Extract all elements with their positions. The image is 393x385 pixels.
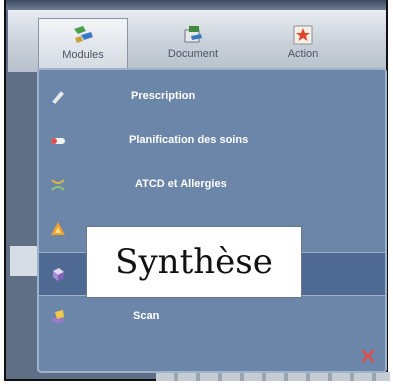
prescription-icon: [49, 88, 67, 106]
menu-item-label: Scan: [133, 310, 160, 322]
allergies-icon: [49, 176, 67, 194]
synthese-callout: Synthèse: [86, 226, 302, 298]
menu-item-atcd-allergies[interactable]: ATCD et Allergies: [39, 164, 385, 208]
action-icon: [291, 24, 315, 46]
alert-icon: [49, 220, 67, 238]
close-icon[interactable]: [361, 349, 375, 363]
modules-button[interactable]: Modules: [38, 18, 128, 72]
toolbar: Modules Document Action: [8, 10, 386, 72]
menu-item-prescription[interactable]: Prescription: [39, 76, 385, 120]
modules-icon: [71, 25, 95, 47]
synthese-icon: [49, 265, 67, 283]
synthese-callout-label: Synthèse: [115, 242, 273, 282]
menu-item-label: ATCD et Allergies: [135, 178, 227, 190]
modules-label: Modules: [62, 49, 104, 61]
menu-item-label: Prescription: [131, 90, 196, 102]
action-label: Action: [287, 48, 319, 60]
menu-item-planification[interactable]: Planification des soins: [39, 120, 385, 164]
scan-icon: [49, 308, 67, 326]
planning-icon: [49, 132, 67, 150]
bottom-status-strip: [156, 372, 390, 381]
window-top-strip: [6, 0, 386, 10]
document-label: Document: [167, 48, 219, 60]
document-icon: [181, 24, 205, 46]
modules-menu: Prescription Planification des soins ATC…: [37, 68, 387, 373]
document-button[interactable]: Document: [148, 18, 238, 72]
menu-item-scan[interactable]: Scan: [39, 296, 385, 340]
action-button[interactable]: Action: [258, 18, 348, 72]
menu-item-label: Planification des soins: [129, 134, 249, 146]
